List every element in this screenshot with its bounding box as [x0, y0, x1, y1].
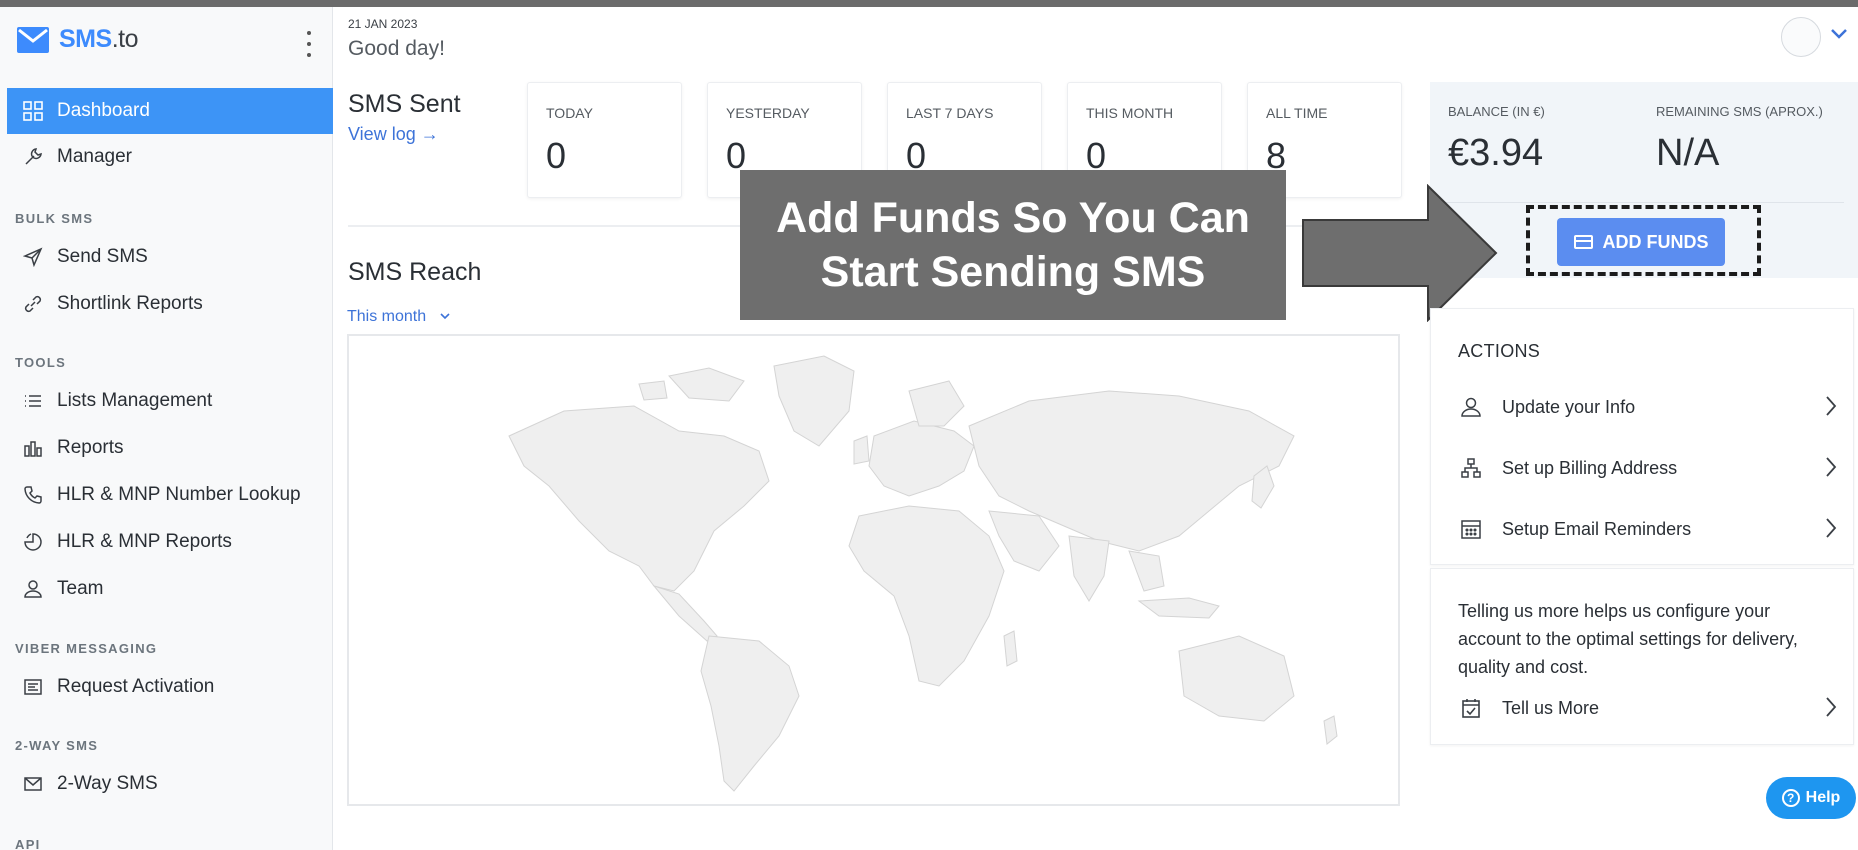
action-billing-address[interactable]: Set up Billing Address [1458, 448, 1838, 488]
brand-name: SMS.to [59, 25, 138, 54]
instruction-callout: Add Funds So You Can Start Sending SMS [740, 170, 1286, 320]
sms-reach-title: SMS Reach [348, 258, 482, 286]
action-update-info[interactable]: Update your Info [1458, 387, 1838, 427]
actions-title: ACTIONS [1458, 341, 1541, 361]
remaining-sms-value: N/A [1656, 132, 1720, 174]
add-funds-label: ADD FUNDS [1602, 231, 1709, 252]
sidebar-item-label: Manager [57, 146, 132, 167]
sitemap-icon [1458, 455, 1484, 481]
sidebar-item-manager[interactable]: Manager [7, 134, 333, 180]
sidebar-item-team[interactable]: Team [7, 566, 333, 612]
link-icon [21, 292, 45, 316]
chevron-right-icon [1824, 696, 1838, 723]
stat-value: 0 [546, 135, 567, 176]
balance-value: €3.94 [1448, 132, 1544, 174]
more-menu-icon[interactable] [299, 31, 319, 57]
stat-label: ALL TIME [1266, 105, 1328, 121]
sidebar-item-lists-management[interactable]: Lists Management [7, 378, 333, 424]
avatar[interactable] [1781, 17, 1821, 57]
pie-icon [21, 530, 45, 554]
section-api: API [15, 837, 41, 850]
grid-icon [21, 99, 45, 123]
sidebar-item-send-sms[interactable]: Send SMS [7, 234, 333, 280]
stat-label: YESTERDAY [726, 105, 810, 121]
callout-line-2: Start Sending SMS [820, 248, 1206, 296]
section-two-way: 2-WAY SMS [15, 738, 99, 753]
sidebar-item-label: Dashboard [57, 100, 150, 121]
sidebar-item-shortlink-reports[interactable]: Shortlink Reports [7, 281, 333, 327]
action-label: Set up Billing Address [1502, 457, 1678, 478]
remaining-sms-label: REMAINING SMS (APROX.) [1656, 104, 1823, 119]
phone-icon [21, 483, 45, 507]
sidebar-item-label: 2-Way SMS [57, 773, 158, 794]
balance-label: BALANCE (IN €) [1448, 104, 1545, 119]
credit-card-icon [1573, 235, 1593, 249]
user-icon [21, 577, 45, 601]
sidebar-item-hlr-lookup[interactable]: HLR & MNP Number Lookup [7, 472, 333, 518]
calendar-icon [1458, 516, 1484, 542]
list-icon [21, 389, 45, 413]
world-map[interactable] [347, 334, 1400, 806]
user-icon [1458, 394, 1484, 420]
brand-primary: SMS [59, 25, 112, 53]
tell-us-more-link[interactable]: Tell us More [1458, 688, 1838, 728]
wrench-icon [21, 145, 45, 169]
tell-us-more-label: Tell us More [1502, 697, 1600, 718]
sidebar-item-label: HLR & MNP Reports [57, 531, 232, 552]
left-edge [0, 7, 7, 850]
action-email-reminders[interactable]: Setup Email Reminders [1458, 509, 1838, 549]
brand-secondary: .to [111, 25, 139, 53]
callout-line-1: Add Funds So You Can [776, 194, 1250, 242]
sidebar-item-reports[interactable]: Reports [7, 425, 333, 471]
sidebar-item-label: Reports [57, 437, 124, 458]
sidebar-item-request-activation[interactable]: Request Activation [7, 664, 333, 710]
envelope-icon [21, 772, 45, 796]
chevron-down-icon [440, 313, 450, 320]
arrow-right-icon [1302, 184, 1498, 322]
envelope-logo-icon [17, 26, 49, 53]
action-label: Update your Info [1502, 396, 1636, 417]
world-map-icon [508, 355, 1338, 792]
help-label: Help [1805, 789, 1841, 806]
greeting: Good day! [348, 37, 445, 60]
sms-sent-title: SMS Sent [348, 90, 461, 118]
sidebar-item-label: Send SMS [57, 246, 148, 267]
sidebar-item-dashboard[interactable]: Dashboard [7, 88, 333, 134]
bar-chart-icon [21, 436, 45, 460]
action-label: Setup Email Reminders [1502, 518, 1692, 539]
sidebar-item-hlr-reports[interactable]: HLR & MNP Reports [7, 519, 333, 565]
sidebar-item-label: Request Activation [57, 676, 215, 697]
sidebar-item-label: Shortlink Reports [57, 293, 203, 314]
add-funds-button[interactable]: ADD FUNDS [1557, 218, 1725, 266]
section-viber: VIBER MESSAGING [15, 641, 158, 656]
chevron-right-icon [1824, 456, 1838, 483]
sidebar-item-label: Lists Management [57, 390, 213, 411]
form-icon [21, 675, 45, 699]
current-date: 21 JAN 2023 [348, 17, 418, 31]
help-button[interactable]: ? Help [1766, 777, 1856, 819]
sidebar: SMS.to Dashboard Manager BULK SMS Send S… [7, 7, 333, 850]
view-log-link[interactable]: View log → [348, 124, 439, 145]
section-bulk-sms: BULK SMS [15, 211, 94, 226]
sidebar-item-label: Team [57, 578, 104, 599]
stat-label: THIS MONTH [1086, 105, 1174, 121]
stat-card-today: TODAY 0 [527, 82, 682, 198]
tell-us-more-text: Telling us more helps us configure your … [1458, 601, 1798, 677]
chevron-down-icon[interactable] [1830, 27, 1848, 45]
period-dropdown[interactable]: This month [347, 308, 451, 326]
top-border [0, 0, 1858, 7]
sidebar-item-label: HLR & MNP Number Lookup [57, 484, 301, 505]
question-icon: ? [1781, 789, 1800, 807]
chevron-right-icon [1824, 395, 1838, 422]
logo[interactable]: SMS.to [17, 25, 138, 54]
chevron-right-icon [1824, 517, 1838, 544]
stat-label: LAST 7 DAYS [906, 105, 994, 121]
section-tools: TOOLS [15, 355, 67, 370]
stat-label: TODAY [546, 105, 593, 121]
calendar-check-icon [1458, 695, 1484, 721]
send-icon [21, 245, 45, 269]
period-value: This month [347, 308, 427, 325]
balance-separator [1444, 202, 1844, 203]
sidebar-item-two-way-sms[interactable]: 2-Way SMS [7, 761, 333, 807]
